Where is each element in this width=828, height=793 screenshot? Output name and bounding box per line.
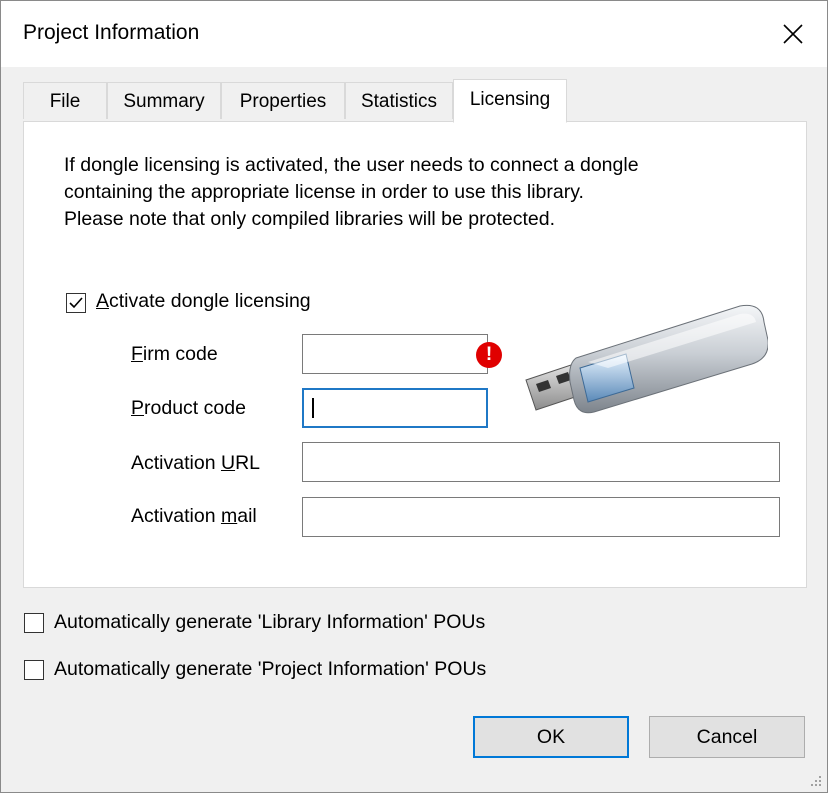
activate-dongle-checkbox[interactable]: [66, 293, 86, 313]
project-information-dialog: Project Information File Summary Propert…: [0, 0, 828, 793]
activation-url-input[interactable]: [302, 442, 780, 482]
tab-file[interactable]: File: [23, 82, 107, 119]
usb-dongle-icon: [525, 304, 768, 414]
firm-code-input[interactable]: [302, 334, 488, 374]
window-title: Project Information: [23, 21, 200, 44]
checkmark-icon: [69, 297, 83, 309]
activate-dongle-label: Activate dongle licensing: [96, 290, 311, 312]
generate-project-pous-label: Automatically generate 'Project Informat…: [54, 658, 487, 680]
close-button[interactable]: [767, 9, 819, 59]
text-caret: [312, 398, 314, 418]
close-icon: [783, 24, 803, 44]
tab-summary[interactable]: Summary: [107, 82, 221, 119]
firm-code-label: Firm code: [131, 343, 218, 365]
tab-properties[interactable]: Properties: [221, 82, 345, 119]
licensing-info-text: If dongle licensing is activated, the us…: [64, 154, 639, 230]
generate-library-pous-label: Automatically generate 'Library Informat…: [54, 611, 486, 633]
generate-library-pous-checkbox[interactable]: [24, 613, 44, 633]
product-code-label: Product code: [131, 397, 246, 419]
activation-mail-input[interactable]: [302, 497, 780, 537]
activation-url-label: Activation URL: [131, 452, 260, 474]
activation-mail-label: Activation mail: [131, 505, 257, 527]
tab-licensing[interactable]: Licensing: [453, 79, 567, 123]
error-icon: !: [476, 342, 502, 368]
title-bar: Project Information: [1, 1, 827, 67]
licensing-panel: If dongle licensing is activated, the us…: [23, 121, 807, 588]
resize-grip-icon[interactable]: [807, 772, 823, 788]
cancel-button[interactable]: Cancel: [649, 716, 805, 758]
generate-project-pous-checkbox[interactable]: [24, 660, 44, 680]
product-code-input[interactable]: [302, 388, 488, 428]
tab-statistics[interactable]: Statistics: [345, 82, 453, 119]
ok-button[interactable]: OK: [473, 716, 629, 758]
